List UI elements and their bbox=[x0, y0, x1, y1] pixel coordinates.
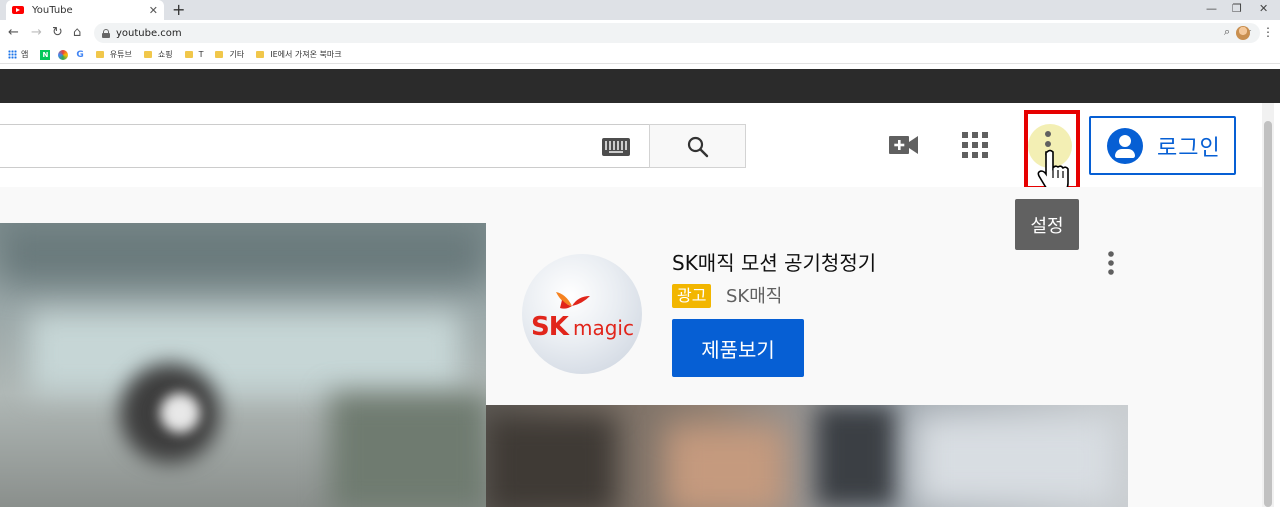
bookmark-shopping-folder[interactable]: 쇼핑 bbox=[143, 49, 173, 60]
bookmark-etc-folder[interactable]: 기타 bbox=[215, 49, 244, 60]
ad-more-icon[interactable] bbox=[1106, 250, 1116, 276]
google-icon[interactable]: G bbox=[76, 50, 83, 60]
bookmark-label: T bbox=[198, 50, 204, 59]
bookmark-label: 유튜브 bbox=[109, 50, 132, 59]
search-input[interactable] bbox=[0, 124, 650, 168]
create-video-icon[interactable] bbox=[889, 134, 919, 156]
ad-title[interactable]: SK매직 모션 공기청정기 bbox=[672, 247, 876, 276]
folder-icon bbox=[143, 51, 152, 58]
ad-advertiser[interactable]: SK매직 bbox=[726, 282, 782, 308]
view-product-button[interactable]: 제품보기 bbox=[672, 319, 804, 377]
browser-menu-icon[interactable]: ⋮ bbox=[1262, 25, 1274, 39]
daum-icon[interactable] bbox=[58, 49, 69, 60]
minimize-icon[interactable]: — bbox=[1206, 1, 1217, 17]
brand-logo[interactable]: SK magic bbox=[522, 254, 642, 374]
folder-icon bbox=[215, 51, 224, 58]
lock-icon bbox=[102, 28, 110, 38]
logo-magic-text: magic bbox=[573, 316, 634, 340]
forward-arrow-icon[interactable]: → bbox=[31, 24, 42, 42]
youtube-favicon-icon bbox=[12, 6, 24, 14]
reload-icon[interactable]: ↻ bbox=[52, 24, 63, 42]
tab-close-icon[interactable]: ✕ bbox=[149, 4, 158, 17]
search-button[interactable] bbox=[649, 124, 746, 168]
keyboard-icon[interactable] bbox=[602, 138, 630, 156]
folder-icon bbox=[95, 51, 104, 58]
bookmarks-bar: 앱 N G 유튜브 쇼핑 T 기타 IE에서 가져온 북마크 bbox=[0, 46, 1280, 64]
login-button[interactable]: 로그인 bbox=[1089, 116, 1236, 175]
url-text: youtube.com bbox=[116, 27, 182, 39]
bookmark-apps[interactable]: 앱 bbox=[8, 49, 28, 60]
apps-icon bbox=[8, 50, 17, 59]
naver-icon[interactable]: N bbox=[40, 49, 51, 60]
window-close-icon[interactable]: ✕ bbox=[1259, 1, 1268, 17]
account-circle-icon bbox=[1107, 127, 1143, 164]
bookmark-label: 앱 bbox=[21, 50, 29, 59]
folder-icon bbox=[256, 51, 265, 58]
tab-title: YouTube bbox=[32, 4, 73, 16]
bookmark-label: 쇼핑 bbox=[157, 50, 173, 59]
back-arrow-icon[interactable]: ← bbox=[8, 24, 19, 42]
search-icon bbox=[687, 136, 709, 158]
youtube-apps-icon[interactable] bbox=[962, 132, 988, 158]
zoom-icon[interactable]: ⌕ bbox=[1224, 25, 1230, 39]
folder-icon bbox=[184, 51, 193, 58]
bookmark-ie-folder[interactable]: IE에서 가져온 북마크 bbox=[256, 49, 342, 60]
login-label: 로그인 bbox=[1157, 135, 1221, 161]
page-scrollbar[interactable] bbox=[1262, 103, 1274, 507]
logo-sk-text: SK bbox=[531, 312, 569, 342]
bookmark-label: 기타 bbox=[229, 50, 245, 59]
dark-banner bbox=[0, 69, 1280, 103]
bookmark-label: IE에서 가져온 북마크 bbox=[270, 50, 342, 59]
ad-badge: 광고 bbox=[672, 284, 712, 308]
profile-avatar[interactable] bbox=[1236, 26, 1250, 40]
screen: YouTube ✕ + — ❐ ✕ ← → ↻ ⌂ youtube.com ⌕ … bbox=[0, 0, 1280, 507]
settings-tooltip: 설정 bbox=[1015, 199, 1079, 250]
video-thumbnail-blurred[interactable] bbox=[0, 223, 486, 507]
address-bar-row: ← → ↻ ⌂ youtube.com ⌕ ☆ bbox=[0, 20, 1280, 46]
bookmark-youtube-folder[interactable]: 유튜브 bbox=[95, 49, 132, 60]
video-row-blurred[interactable] bbox=[486, 405, 1128, 507]
scrollbar-thumb[interactable] bbox=[1264, 121, 1272, 507]
bookmark-t-folder[interactable]: T bbox=[184, 50, 204, 59]
omnibox[interactable]: youtube.com ⌕ ☆ bbox=[94, 23, 1260, 43]
youtube-header: 로그인 bbox=[0, 103, 1262, 194]
home-icon[interactable]: ⌂ bbox=[73, 24, 81, 42]
tab-youtube[interactable]: YouTube ✕ bbox=[6, 0, 164, 20]
restore-icon[interactable]: ❐ bbox=[1232, 1, 1242, 17]
new-tab-button[interactable]: + bbox=[172, 1, 185, 19]
tab-strip: YouTube ✕ + — ❐ ✕ bbox=[0, 0, 1280, 20]
